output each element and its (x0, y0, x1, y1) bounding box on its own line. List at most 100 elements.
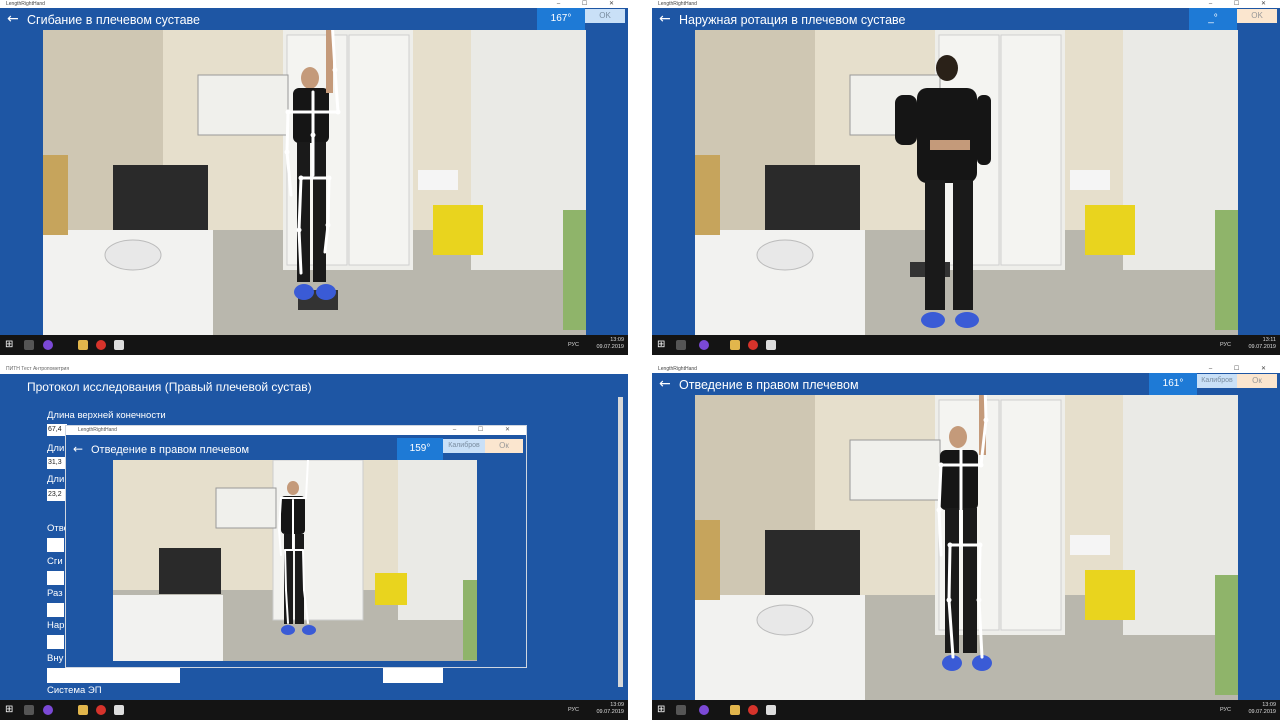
clock-time: 13:09 (610, 702, 624, 708)
app-window: LengthRightHand – ☐ ✕ ← Наружная ротация… (652, 0, 1280, 355)
camera-feed (695, 395, 1238, 700)
extension-field[interactable] (47, 603, 64, 617)
angle-display: _° (1189, 8, 1237, 30)
upper-limb-length-field[interactable]: 67,4 (47, 424, 67, 436)
browser-icon[interactable] (748, 340, 758, 350)
window-controls[interactable]: – ☐ ✕ (1209, 365, 1276, 373)
window-title: LengthRightHand (658, 1, 697, 7)
back-arrow-icon[interactable]: ← (659, 11, 671, 27)
app-taskbar-icon[interactable] (114, 340, 124, 350)
window-controls[interactable]: – ☐ ✕ (1209, 0, 1276, 8)
inner-camera-scene (113, 460, 477, 661)
protocol-window: ПИТН Тест Антропометрия Протокол исследо… (0, 365, 628, 720)
system-label: Система ЭП (47, 685, 102, 696)
taskbar: ⊞ РУС 13:09 09.07.2019 (652, 700, 1280, 720)
clock-date: 09.07.2019 (1248, 344, 1276, 350)
exercise-title: Сгибание в плечевом суставе (27, 13, 200, 27)
window-controls[interactable]: – ☐ ✕ (557, 0, 624, 8)
clock-date: 09.07.2019 (596, 709, 624, 715)
clock[interactable]: 13:11 09.07.2019 (1248, 337, 1276, 351)
screenshot-shoulder-flexion: LengthRightHand – ☐ ✕ ← Сгибание в плече… (0, 0, 628, 355)
flexion-field[interactable] (47, 571, 64, 585)
back-arrow-icon[interactable]: ← (7, 11, 19, 27)
app-taskbar-icon[interactable] (114, 705, 124, 715)
ok-button[interactable]: OK (585, 9, 625, 23)
header: ← Сгибание в плечевом суставе 167° OK (0, 8, 628, 30)
screenshot-protocol: ПИТН Тест Антропометрия Протокол исследо… (0, 365, 628, 720)
clock[interactable]: 13:09 09.07.2019 (1248, 702, 1276, 716)
length-field-2[interactable]: 31,3 (47, 457, 67, 469)
angle-display: 167° (537, 8, 585, 30)
language-indicator[interactable]: РУС (1220, 342, 1231, 348)
internal-rotation-row-label: Вну (47, 653, 64, 664)
language-indicator[interactable]: РУС (1220, 707, 1231, 713)
file-explorer-icon[interactable] (730, 705, 740, 715)
windows-start-icon[interactable]: ⊞ (5, 704, 16, 715)
inner-camera-feed (113, 460, 477, 661)
screenshot-abduction: LengthRightHand – ☐ ✕ ← Отведение в прав… (652, 365, 1280, 720)
window-title: LengthRightHand (658, 366, 697, 372)
abduction-field[interactable] (47, 538, 64, 552)
abduction-measure-window: LengthRightHand – ☐ ✕ ← Отведение в прав… (65, 425, 527, 668)
window-titlebar: ПИТН Тест Антропометрия (0, 365, 628, 374)
search-icon[interactable] (24, 705, 34, 715)
app-taskbar-icon[interactable] (766, 340, 776, 350)
camera-scene (695, 395, 1238, 700)
internal-rotation-field[interactable] (47, 668, 180, 683)
inner-window-controls[interactable]: – ☐ ✕ (453, 426, 520, 435)
app-window: LengthRightHand – ☐ ✕ ← Отведение в прав… (652, 365, 1280, 720)
ok-button[interactable]: OK (1237, 9, 1277, 23)
header: ← Отведение в правом плечевом 161° Калиб… (652, 373, 1280, 395)
calibrate-button[interactable]: Калибров (1197, 374, 1237, 388)
windows-start-icon[interactable]: ⊞ (657, 339, 668, 350)
inner-exercise-title: Отведение в правом плечевом (91, 444, 250, 456)
extension-row-label: Раз (47, 588, 63, 599)
language-indicator[interactable]: РУС (568, 342, 579, 348)
scrollbar[interactable] (618, 397, 623, 687)
length-label-2: Дли (47, 443, 65, 454)
windows-start-icon[interactable]: ⊞ (657, 704, 668, 715)
app-taskbar-icon[interactable] (766, 705, 776, 715)
calibrate-button[interactable]: Калибров (443, 439, 485, 453)
file-explorer-icon[interactable] (78, 340, 88, 350)
file-explorer-icon[interactable] (730, 340, 740, 350)
cortana-icon[interactable] (699, 340, 709, 350)
extra-field[interactable] (383, 668, 443, 683)
length-field-3[interactable]: 23,2 (47, 489, 67, 501)
header: ← Наружная ротация в плечевом суставе _°… (652, 8, 1280, 30)
camera-feed (695, 30, 1238, 335)
window-titlebar: LengthRightHand – ☐ ✕ (0, 0, 628, 8)
browser-icon[interactable] (96, 340, 106, 350)
window-title: LengthRightHand (6, 1, 45, 7)
upper-limb-length-label: Длина верхней конечности (47, 410, 166, 421)
clock-date: 09.07.2019 (596, 344, 624, 350)
app-body: ← Отведение в правом плечевом 161° Калиб… (652, 373, 1280, 700)
exercise-title: Отведение в правом плечевом (679, 378, 859, 392)
camera-scene (695, 30, 1238, 335)
external-rotation-field[interactable] (47, 635, 64, 649)
ok-button[interactable]: Ок (1237, 374, 1277, 388)
search-icon[interactable] (676, 705, 686, 715)
back-arrow-icon[interactable]: ← (659, 376, 671, 392)
cortana-icon[interactable] (43, 705, 53, 715)
angle-display: 161° (1149, 373, 1197, 395)
external-rotation-row-label: Нар (47, 620, 65, 631)
cortana-icon[interactable] (699, 705, 709, 715)
search-icon[interactable] (24, 340, 34, 350)
cortana-icon[interactable] (43, 340, 53, 350)
language-indicator[interactable]: РУС (568, 707, 579, 713)
windows-start-icon[interactable]: ⊞ (5, 339, 16, 350)
protocol-title: Протокол исследования (Правый плечевой с… (27, 380, 312, 394)
taskbar: ⊞ РУС 13:09 09.07.2019 (0, 335, 628, 355)
screenshot-external-rotation: LengthRightHand – ☐ ✕ ← Наружная ротация… (652, 0, 1280, 355)
search-icon[interactable] (676, 340, 686, 350)
clock[interactable]: 13:09 09.07.2019 (596, 337, 624, 351)
back-arrow-icon[interactable]: ← (73, 441, 83, 457)
window-title: ПИТН Тест Антропометрия (6, 366, 70, 372)
browser-icon[interactable] (748, 705, 758, 715)
inner-ok-button[interactable]: Ок (485, 439, 523, 453)
clock[interactable]: 13:09 09.07.2019 (596, 702, 624, 716)
browser-icon[interactable] (96, 705, 106, 715)
file-explorer-icon[interactable] (78, 705, 88, 715)
clock-time: 13:09 (1262, 702, 1276, 708)
